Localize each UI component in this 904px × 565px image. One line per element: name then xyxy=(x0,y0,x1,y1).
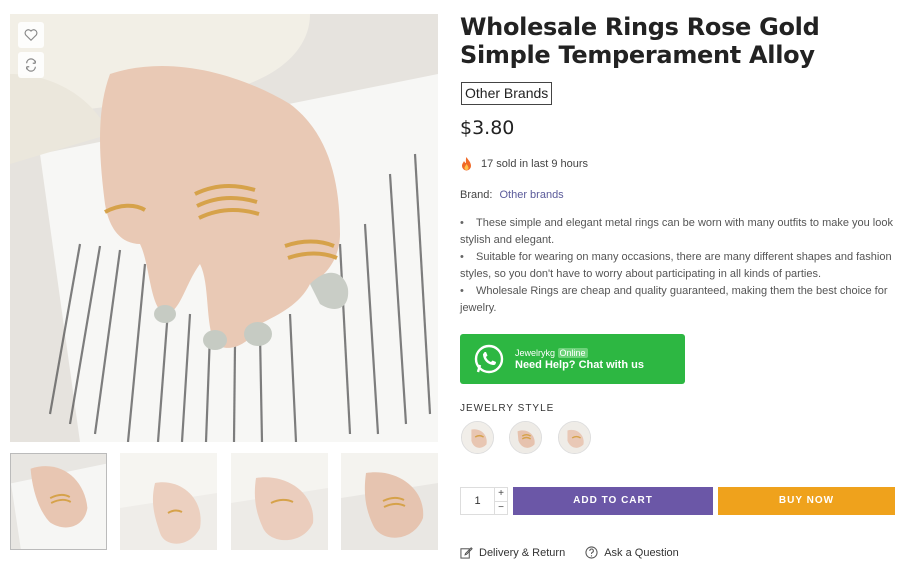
whatsapp-status: Online xyxy=(557,348,588,358)
thumbnail-2[interactable] xyxy=(120,453,217,550)
feature-item: Wholesale Rings are cheap and quality gu… xyxy=(460,283,896,317)
edit-icon xyxy=(460,547,473,559)
main-product-image[interactable] xyxy=(10,14,438,442)
product-photo xyxy=(10,14,438,442)
thumbnail-strip xyxy=(10,453,438,550)
compare-button[interactable] xyxy=(18,52,44,78)
brand-link[interactable]: Other brands xyxy=(499,189,563,201)
fire-icon xyxy=(462,157,471,171)
thumbnail-1[interactable] xyxy=(10,453,107,550)
whatsapp-name: Jewelrykg xyxy=(515,348,556,358)
buy-now-button[interactable]: BUY NOW xyxy=(718,487,895,515)
ask-question-link[interactable]: Ask a Question xyxy=(585,546,679,559)
compare-icon xyxy=(26,58,36,72)
ask-question-label: Ask a Question xyxy=(604,546,679,559)
brand-label: Brand: xyxy=(460,189,493,201)
quantity-stepper: + − xyxy=(460,487,508,515)
style-swatch-1[interactable] xyxy=(461,421,494,454)
sold-counter: 17 sold in last 9 hours xyxy=(460,157,588,171)
delivery-return-link[interactable]: Delivery & Return xyxy=(460,546,565,559)
delivery-return-label: Delivery & Return xyxy=(479,546,566,559)
whatsapp-chat-button[interactable]: Jewelrykg Online Need Help? Chat with us xyxy=(460,334,685,384)
sold-text: 17 sold in last 9 hours xyxy=(481,158,589,170)
question-icon xyxy=(585,546,598,559)
whatsapp-icon xyxy=(474,344,504,374)
quantity-decrement-button[interactable]: − xyxy=(495,502,507,515)
extra-links: Delivery & Return Ask a Question xyxy=(460,546,699,559)
whatsapp-cta: Need Help? Chat with us xyxy=(515,359,644,371)
heart-icon xyxy=(24,29,38,42)
style-swatch-2[interactable] xyxy=(509,421,542,454)
quantity-increment-button[interactable]: + xyxy=(495,488,507,502)
add-to-cart-button[interactable]: ADD TO CART xyxy=(513,487,713,515)
option-label: JEWELRY STYLE xyxy=(460,403,555,414)
thumbnail-3[interactable] xyxy=(231,453,328,550)
product-title: Wholesale Rings Rose Gold Simple Tempera… xyxy=(460,13,820,69)
thumbnail-4[interactable] xyxy=(341,453,438,550)
brand-badge[interactable]: Other Brands xyxy=(461,82,553,105)
feature-item: These simple and elegant metal rings can… xyxy=(460,215,896,249)
feature-list: These simple and elegant metal rings can… xyxy=(460,215,896,317)
quantity-input[interactable] xyxy=(461,488,494,514)
brand-row: Brand: Other brands xyxy=(460,189,564,201)
style-swatch-3[interactable] xyxy=(558,421,591,454)
wishlist-button[interactable] xyxy=(18,22,44,48)
product-price: $3.80 xyxy=(460,117,515,139)
feature-item: Suitable for wearing on many occasions, … xyxy=(460,249,896,283)
